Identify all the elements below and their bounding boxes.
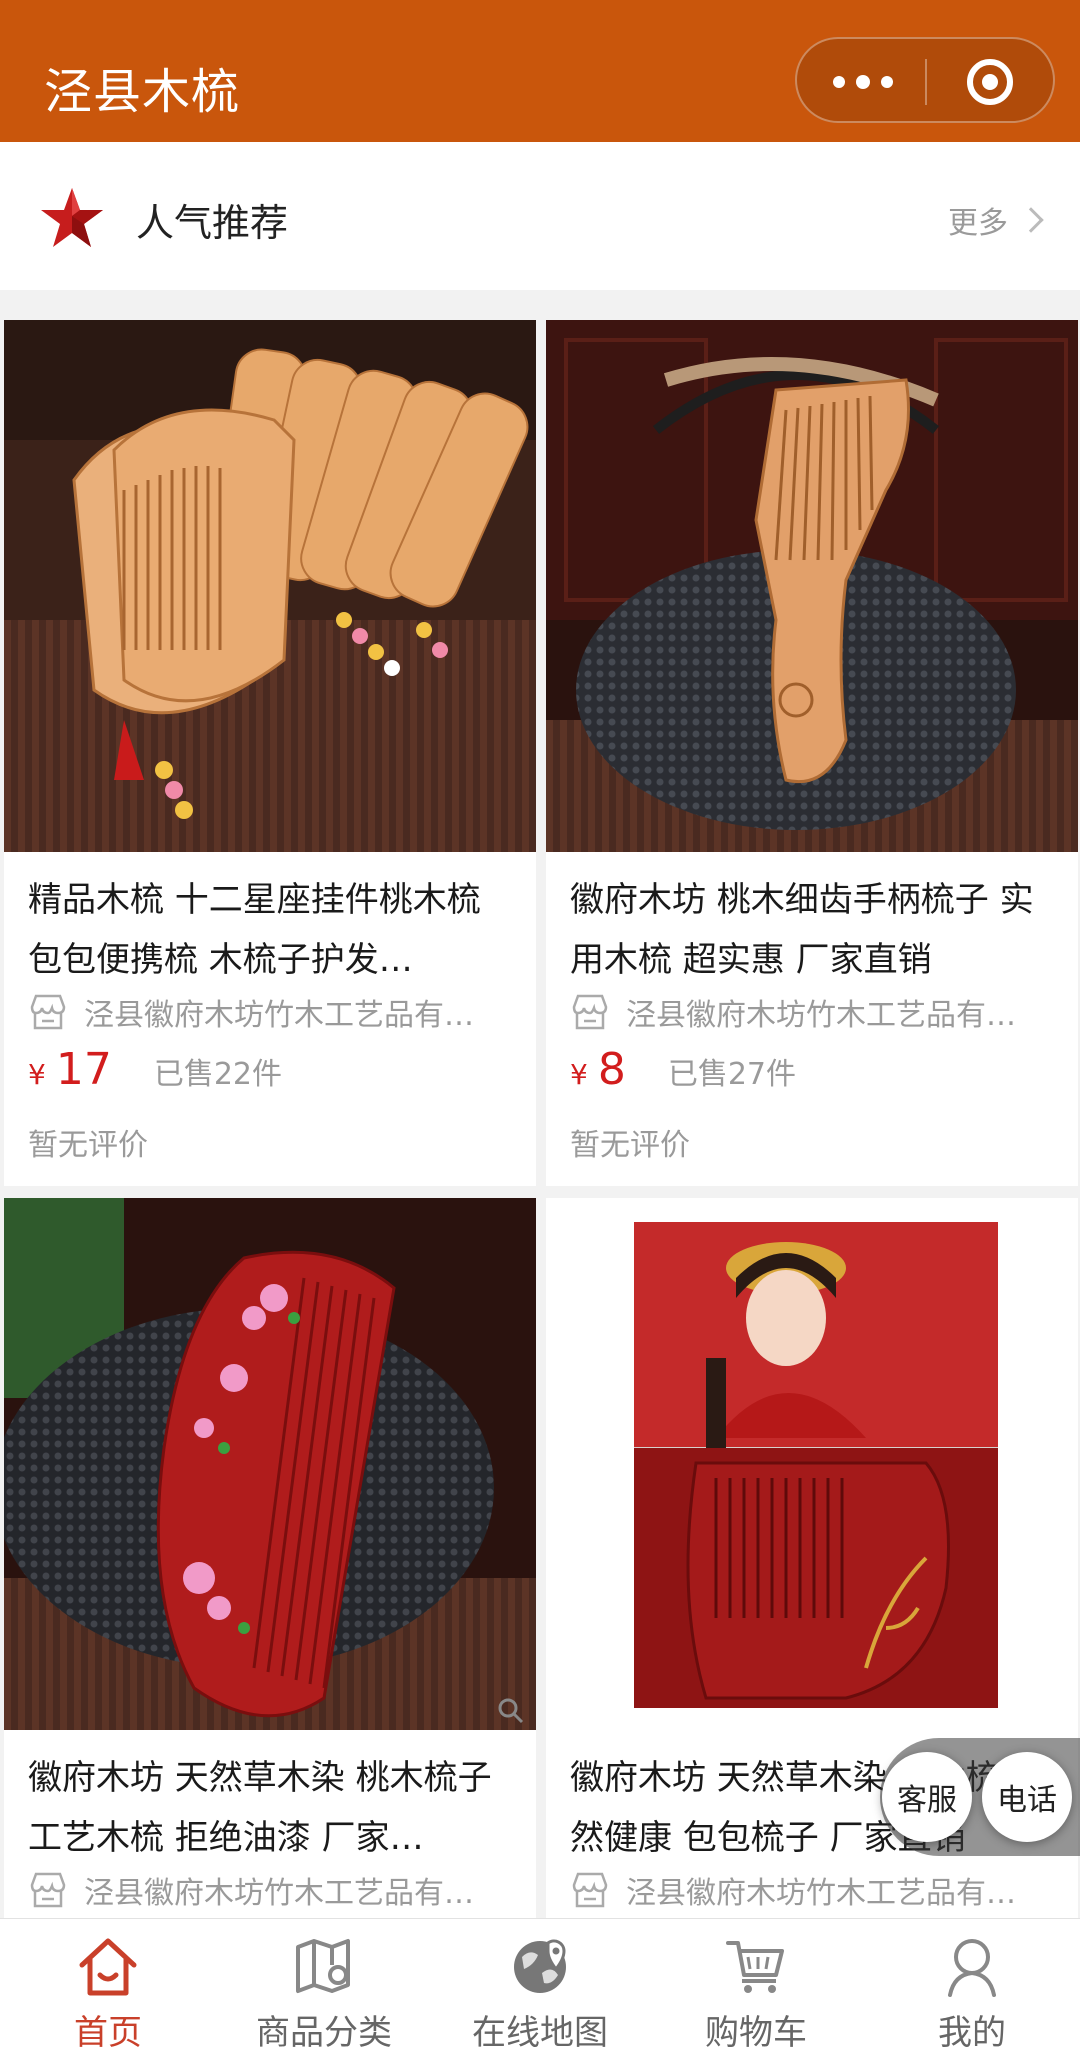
shop-row: 泾县徽府木坊竹木工艺品有… <box>28 990 518 1034</box>
shop-icon <box>572 1872 608 1908</box>
product-card[interactable]: 徽府木坊 桃木细齿手柄梳子 实用木梳 超实惠 厂家直销 泾县徽府木坊竹木工艺品有… <box>546 320 1078 1186</box>
sold-count: 已售22件 <box>153 1057 283 1092</box>
product-title: 精品木梳 十二星座挂件桃木梳 包包便携梳 木梳子护发… <box>28 880 481 980</box>
shop-row: 泾县徽府木坊竹木工艺品有… <box>570 1868 1060 1912</box>
capsule-divider <box>925 59 927 105</box>
tab-label: 购物车 <box>705 2013 807 2052</box>
currency-symbol: ¥ <box>570 1058 588 1091</box>
product-title: 徽府木坊 桃木细齿手柄梳子 实用木梳 超实惠 厂家直销 <box>570 880 1034 980</box>
price-row: ¥ 8 已售27件 <box>570 1044 796 1104</box>
shop-icon <box>572 994 608 1030</box>
price-row: ¥ 17 已售22件 <box>28 1044 282 1104</box>
top-nav-bar: 泾县木梳 <box>0 0 1080 142</box>
phone-button[interactable]: 电话 <box>982 1752 1072 1842</box>
more-dots-icon[interactable] <box>833 69 893 95</box>
product-card[interactable]: 精品木梳 十二星座挂件桃木梳 包包便携梳 木梳子护发… 泾县徽府木坊竹木工艺品有… <box>4 320 536 1186</box>
cart-icon <box>726 1941 784 1993</box>
tab-category[interactable]: 商品分类 <box>216 1919 432 2052</box>
tab-label: 首页 <box>74 2013 142 2052</box>
shop-name: 泾县徽府木坊竹木工艺品有… <box>84 998 474 1033</box>
tab-cart[interactable]: 购物车 <box>648 1919 864 2052</box>
more-label: 更多 <box>948 206 1008 241</box>
product-image <box>4 320 536 852</box>
product-price: 8 <box>597 1044 626 1095</box>
tab-map[interactable]: 在线地图 <box>432 1919 648 2052</box>
product-card[interactable]: 徽府木坊 天然草木染 桃木梳子工艺木梳 拒绝油漆 厂家… 泾县徽府木坊竹木工艺品… <box>4 1198 536 1918</box>
more-link[interactable]: 更多 <box>948 198 1044 242</box>
sold-count: 已售27件 <box>667 1057 797 1092</box>
shop-name: 泾县徽府木坊竹木工艺品有… <box>84 1876 474 1911</box>
tab-mine[interactable]: 我的 <box>864 1919 1080 2052</box>
popular-section-header: 人气推荐 更多 <box>0 142 1080 290</box>
shop-row: 泾县徽府木坊竹木工艺品有… <box>570 990 1060 1034</box>
shop-name: 泾县徽府木坊竹木工艺品有… <box>626 1876 1016 1911</box>
shop-icon <box>30 1872 66 1908</box>
target-close-icon[interactable] <box>967 59 1013 105</box>
bottom-tab-bar: 首页 商品分类 在线地图 购物车 我的 <box>0 1918 1080 2052</box>
tab-home[interactable]: 首页 <box>0 1919 216 2052</box>
shop-name: 泾县徽府木坊竹木工艺品有… <box>626 998 1016 1033</box>
user-icon <box>948 1939 996 1997</box>
customer-service-button[interactable]: 客服 <box>882 1752 972 1842</box>
product-image <box>4 1198 536 1730</box>
category-map-icon <box>296 1939 350 1993</box>
app-title: 泾县木梳 <box>44 64 241 120</box>
chevron-right-icon <box>1018 207 1044 233</box>
currency-symbol: ¥ <box>28 1058 46 1091</box>
product-image <box>546 320 1078 852</box>
globe-location-icon <box>514 1939 566 1993</box>
product-price: 17 <box>55 1044 112 1095</box>
tab-label: 我的 <box>938 2013 1006 2052</box>
red-star-icon <box>41 188 103 247</box>
tab-label: 商品分类 <box>256 2013 392 2052</box>
miniprogram-capsule <box>795 37 1055 123</box>
shop-row: 泾县徽府木坊竹木工艺品有… <box>28 1868 518 1912</box>
rating-text: 暂无评价 <box>28 1128 148 1163</box>
section-title: 人气推荐 <box>136 201 289 245</box>
product-title: 徽府木坊 天然草木染 桃木梳子工艺木梳 拒绝油漆 厂家… <box>28 1758 492 1858</box>
tab-label: 在线地图 <box>472 2013 608 2052</box>
product-image <box>546 1198 1078 1730</box>
rating-text: 暂无评价 <box>570 1128 690 1163</box>
shop-icon <box>30 994 66 1030</box>
home-icon <box>79 1938 137 1996</box>
